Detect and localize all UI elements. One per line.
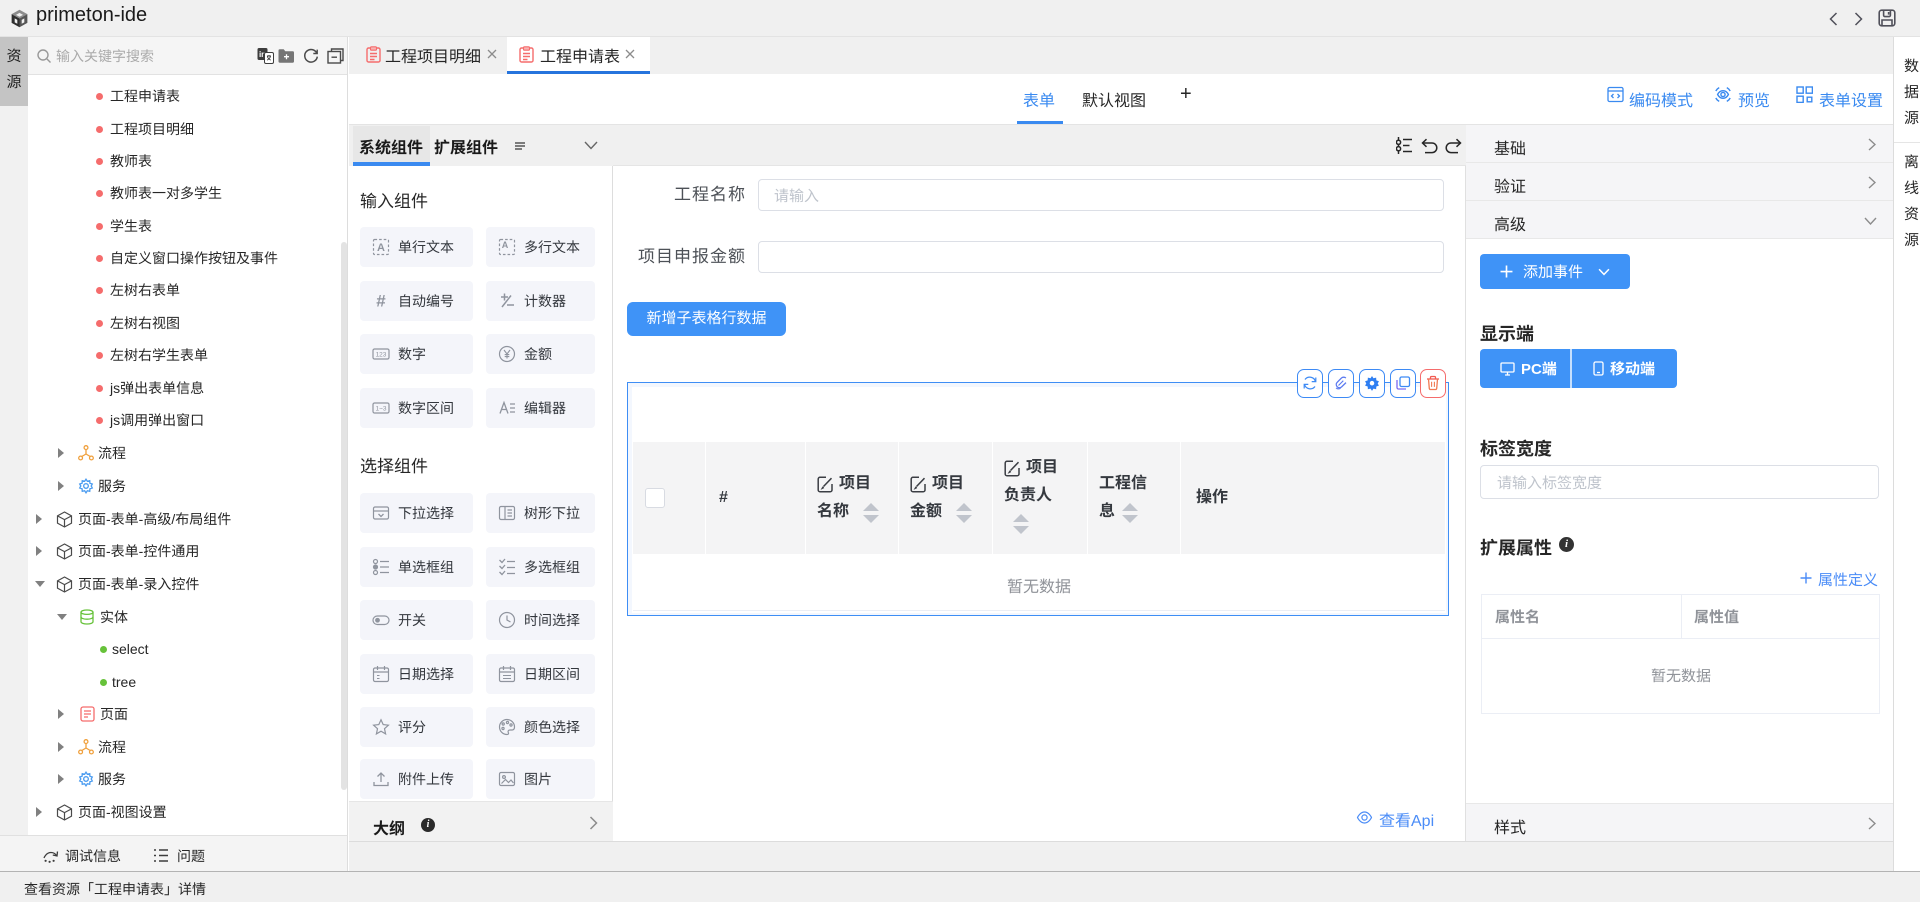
svg-text:A: A [377, 242, 385, 254]
svg-text:#: # [376, 292, 386, 310]
svg-text:1~3: 1~3 [375, 406, 386, 413]
svg-text:123: 123 [376, 352, 387, 359]
svg-text:A: A [502, 240, 509, 250]
